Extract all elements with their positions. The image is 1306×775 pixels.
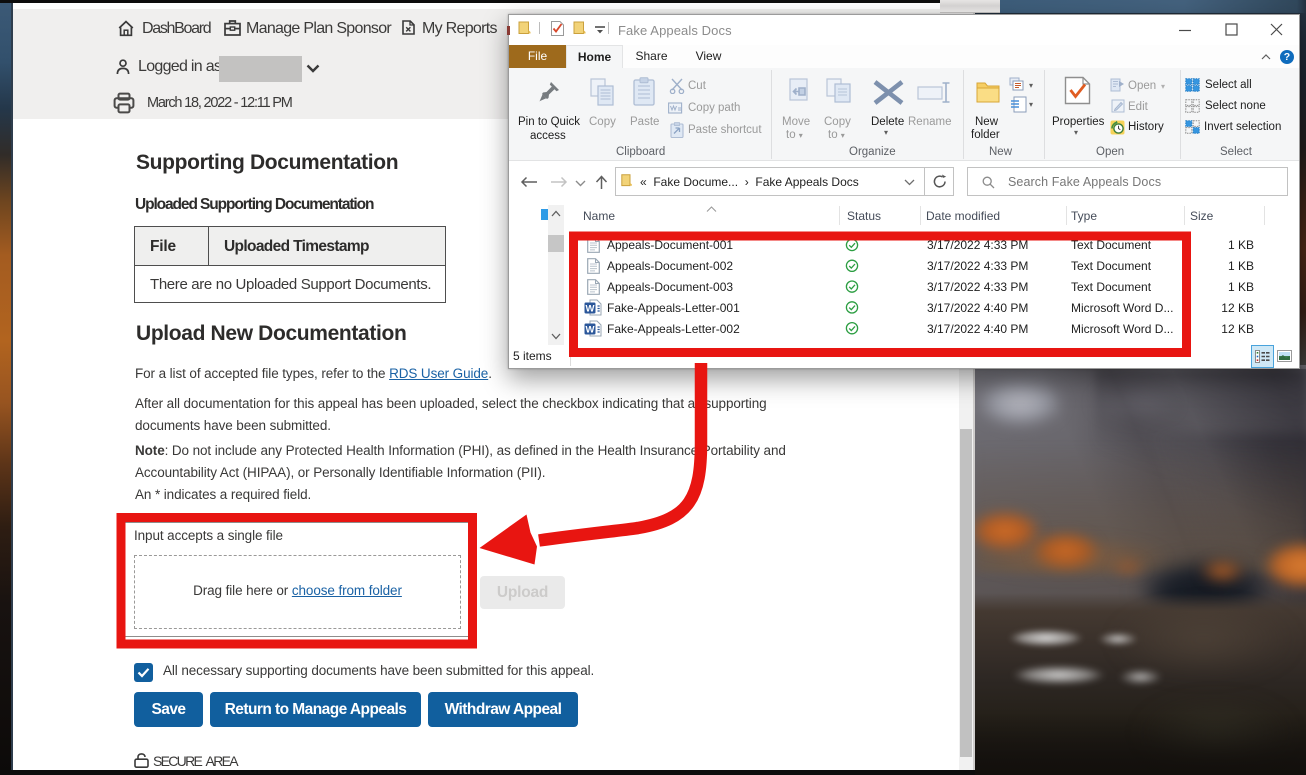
- svg-text:W: W: [586, 324, 595, 335]
- svg-text:W: W: [586, 303, 595, 314]
